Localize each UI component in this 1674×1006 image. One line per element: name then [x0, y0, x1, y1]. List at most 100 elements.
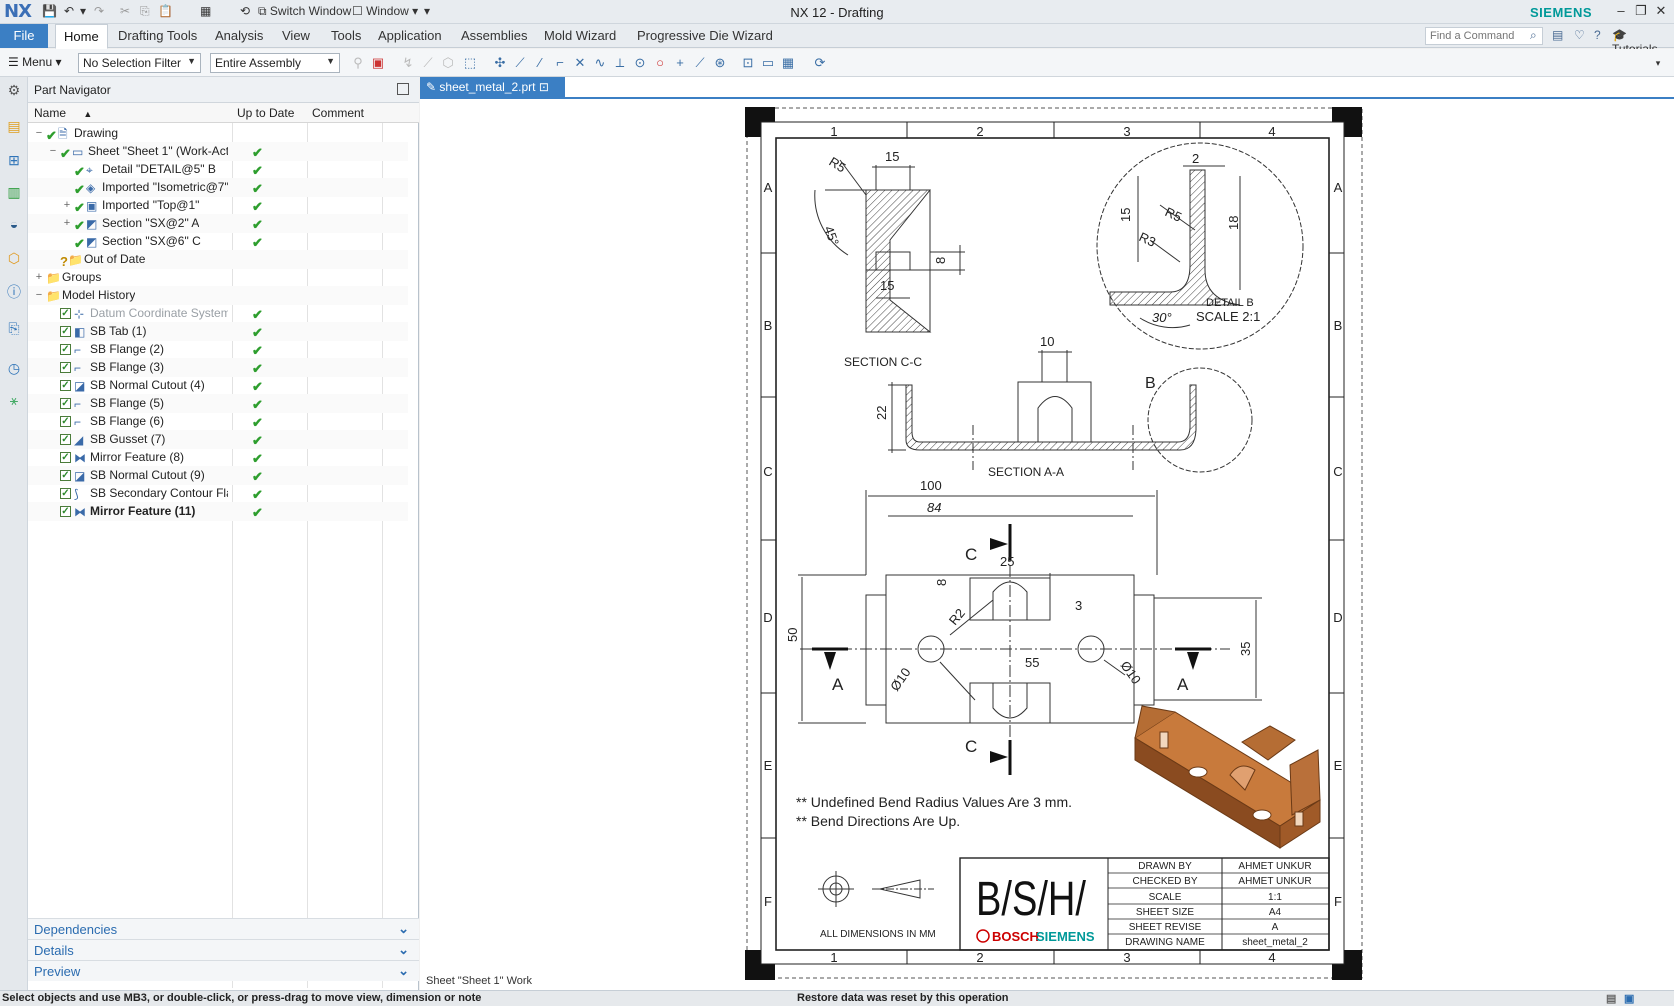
document-tab[interactable]: ✎ sheet_metal_2.prt ⊡ ✕ [420, 77, 565, 108]
layout-grid-icon[interactable]: ▦ [780, 55, 796, 71]
tree-row[interactable]: ✓ ⧓ Mirror Feature (8) ✔ [28, 448, 408, 467]
tab-progressive-die-wizard[interactable]: Progressive Die Wizard [629, 24, 781, 48]
title-field-value[interactable]: sheet_metal_2 [1242, 937, 1308, 948]
tree-row[interactable]: ✓⟆SB Secondary Contour Flan...✔ [28, 484, 408, 503]
column-up-to-date[interactable]: Up to Date [237, 106, 294, 120]
title-field-value[interactable]: 1:1 [1268, 892, 1282, 903]
tree-row[interactable]: + ✔ ▣ Imported "Top@1" ✔ [28, 196, 408, 215]
tree-row[interactable]: −✔▭Sheet "Sheet 1" (Work-Activ...✔ [28, 142, 408, 161]
tab-application[interactable]: Application [370, 24, 450, 48]
tab-assemblies[interactable]: Assemblies [453, 24, 535, 48]
tree-row[interactable]: ✓ ◧ SB Tab (1) ✔ [28, 322, 408, 341]
tree-row[interactable]: + 📁 Groups [28, 268, 408, 287]
menu-button[interactable]: ☰ Menu ▾ [8, 55, 62, 69]
repeat-command-icon[interactable]: ⟲ [240, 4, 250, 20]
graphics-window[interactable]: ✎ sheet_metal_2.prt ⊡ ✕ 1 2 3 4 1 2 3 4 … [420, 77, 1674, 990]
maximize-panel-icon[interactable] [397, 83, 409, 95]
web-browser-icon[interactable]: ◒ [5, 215, 23, 233]
customize-quick-access-icon[interactable]: ▾ [424, 4, 430, 20]
help-icon[interactable]: ? [1594, 28, 1601, 42]
snap-view-icon[interactable]: ↯ [400, 55, 416, 71]
title-field-value[interactable]: A [1272, 922, 1279, 933]
rectangle-select-icon[interactable]: ⬚ [462, 55, 478, 71]
column-comment[interactable]: Comment [312, 106, 364, 120]
snap-face-icon[interactable]: ⬡ [440, 55, 456, 71]
intersection-icon[interactable]: ✕ [572, 55, 588, 71]
save-icon[interactable]: 💾 [42, 4, 57, 20]
details-section[interactable]: Details ⌄ [28, 939, 419, 960]
mid-point-icon[interactable]: ⁄ [532, 55, 548, 71]
search-icon[interactable]: ⌕ [1530, 28, 1537, 43]
dim-8[interactable]: 8 [933, 257, 948, 264]
part-navigator-icon[interactable]: ⊞ [5, 151, 23, 169]
filter-icon[interactable]: ⚲ [350, 55, 366, 71]
settings-icon[interactable]: ⚙ [5, 81, 23, 99]
preview-section[interactable]: Preview ⌄ [28, 960, 419, 981]
select-all-icon[interactable]: ▣ [370, 55, 386, 71]
suppress-checkbox[interactable]: ✓ [60, 380, 71, 391]
tree-row[interactable]: − 📁 Model History [28, 286, 408, 305]
cut-label-c[interactable]: C [965, 545, 977, 564]
paste-icon[interactable]: 📋 [158, 4, 173, 20]
dim-30-deg[interactable]: 30° [1152, 310, 1172, 325]
window-menu-button[interactable]: ☐ Window ▾ [352, 4, 418, 20]
undo-dropdown-icon[interactable]: ▾ [80, 4, 86, 20]
manufacturing-wizards-icon[interactable]: ⎘ [5, 319, 23, 337]
toolbar-overflow-icon[interactable]: ▾ [1650, 55, 1666, 71]
windows-icon[interactable]: ▦ [200, 4, 211, 20]
note-bend-direction[interactable]: ** Bend Directions Are Up. [796, 813, 960, 829]
tree-row[interactable]: ✓⊹Datum Coordinate System (...✔ [28, 304, 408, 323]
dim-100[interactable]: 100 [920, 478, 942, 493]
collapse-icon[interactable]: − [34, 286, 44, 305]
tree-row[interactable]: + ✔ ◩ Section "SX@2" A ✔ [28, 214, 408, 233]
update-icon[interactable]: ⟳ [812, 55, 828, 71]
cut-label-a[interactable]: A [1177, 675, 1189, 694]
clock-icon[interactable]: ◷ [5, 359, 23, 377]
dependencies-section[interactable]: Dependencies ⌄ [28, 918, 419, 939]
file-tab[interactable]: File [0, 24, 48, 48]
expand-icon[interactable]: + [62, 214, 72, 233]
expand-icon[interactable]: + [62, 196, 72, 215]
status-message-icon[interactable]: ▣ [1624, 992, 1634, 1005]
end-point-icon[interactable]: ⟋ [512, 55, 528, 71]
suppress-checkbox[interactable]: ✓ [60, 488, 71, 499]
dim-22[interactable]: 22 [874, 406, 889, 420]
tree-row[interactable]: ✓ ⌐ SB Flange (3) ✔ [28, 358, 408, 377]
tree-row[interactable]: − ✔ 🗎 Drawing [28, 124, 408, 143]
dim-3[interactable]: 3 [1075, 598, 1082, 613]
layout-icon[interactable]: ▤ [1552, 28, 1563, 42]
dim-15[interactable]: 15 [880, 278, 894, 293]
dim-15[interactable]: 15 [1118, 208, 1133, 222]
tab-home[interactable]: Home [55, 24, 108, 49]
process-studio-icon[interactable]: ⓘ [5, 283, 23, 301]
tree-row[interactable]: ✓ ⌐ SB Flange (6) ✔ [28, 412, 408, 431]
tab-view[interactable]: View [274, 24, 318, 48]
tab-tools[interactable]: Tools [323, 24, 369, 48]
minimize-icon[interactable]: – [1612, 3, 1630, 19]
tab-mold-wizard[interactable]: Mold Wizard [536, 24, 624, 48]
tree-row[interactable]: ✓ ◪ SB Normal Cutout (9) ✔ [28, 466, 408, 485]
suppress-checkbox[interactable]: ✓ [60, 398, 71, 409]
drafting-navigator-icon[interactable]: ▤ [5, 117, 23, 135]
status-panel-icon[interactable]: ▤ [1606, 992, 1616, 1005]
dim-55[interactable]: 55 [1025, 655, 1039, 670]
suppress-checkbox[interactable]: ✓ [60, 452, 71, 463]
tree-row[interactable]: ✔ ⌖ Detail "DETAIL@5" B ✔ [28, 160, 408, 179]
dim-84[interactable]: 84 [927, 500, 941, 515]
view-icon[interactable]: ⊡ [740, 55, 756, 71]
column-name[interactable]: Name ▲ [34, 106, 92, 120]
cut-label-c[interactable]: C [965, 737, 977, 756]
selection-scope-dropdown[interactable]: Entire Assembly ▼ [210, 53, 340, 73]
tab-analysis[interactable]: Analysis [207, 24, 271, 48]
point-on-face-icon[interactable]: ⊛ [712, 55, 728, 71]
switch-window-button[interactable]: ⧉ Switch Window [258, 4, 351, 20]
tree-row[interactable]: ? 📁 Out of Date [28, 250, 408, 269]
dim-25[interactable]: 25 [1000, 554, 1014, 569]
redo-icon[interactable]: ↷ [94, 4, 104, 20]
favorites-icon[interactable]: ♡ [1574, 28, 1585, 42]
tree-row[interactable]: ✓ ⌐ SB Flange (5) ✔ [28, 394, 408, 413]
dim-8[interactable]: 8 [934, 579, 949, 586]
suppress-checkbox[interactable]: ✓ [60, 362, 71, 373]
tangent-icon[interactable]: ⟂ [612, 55, 628, 71]
suppress-checkbox[interactable]: ✓ [60, 308, 71, 319]
